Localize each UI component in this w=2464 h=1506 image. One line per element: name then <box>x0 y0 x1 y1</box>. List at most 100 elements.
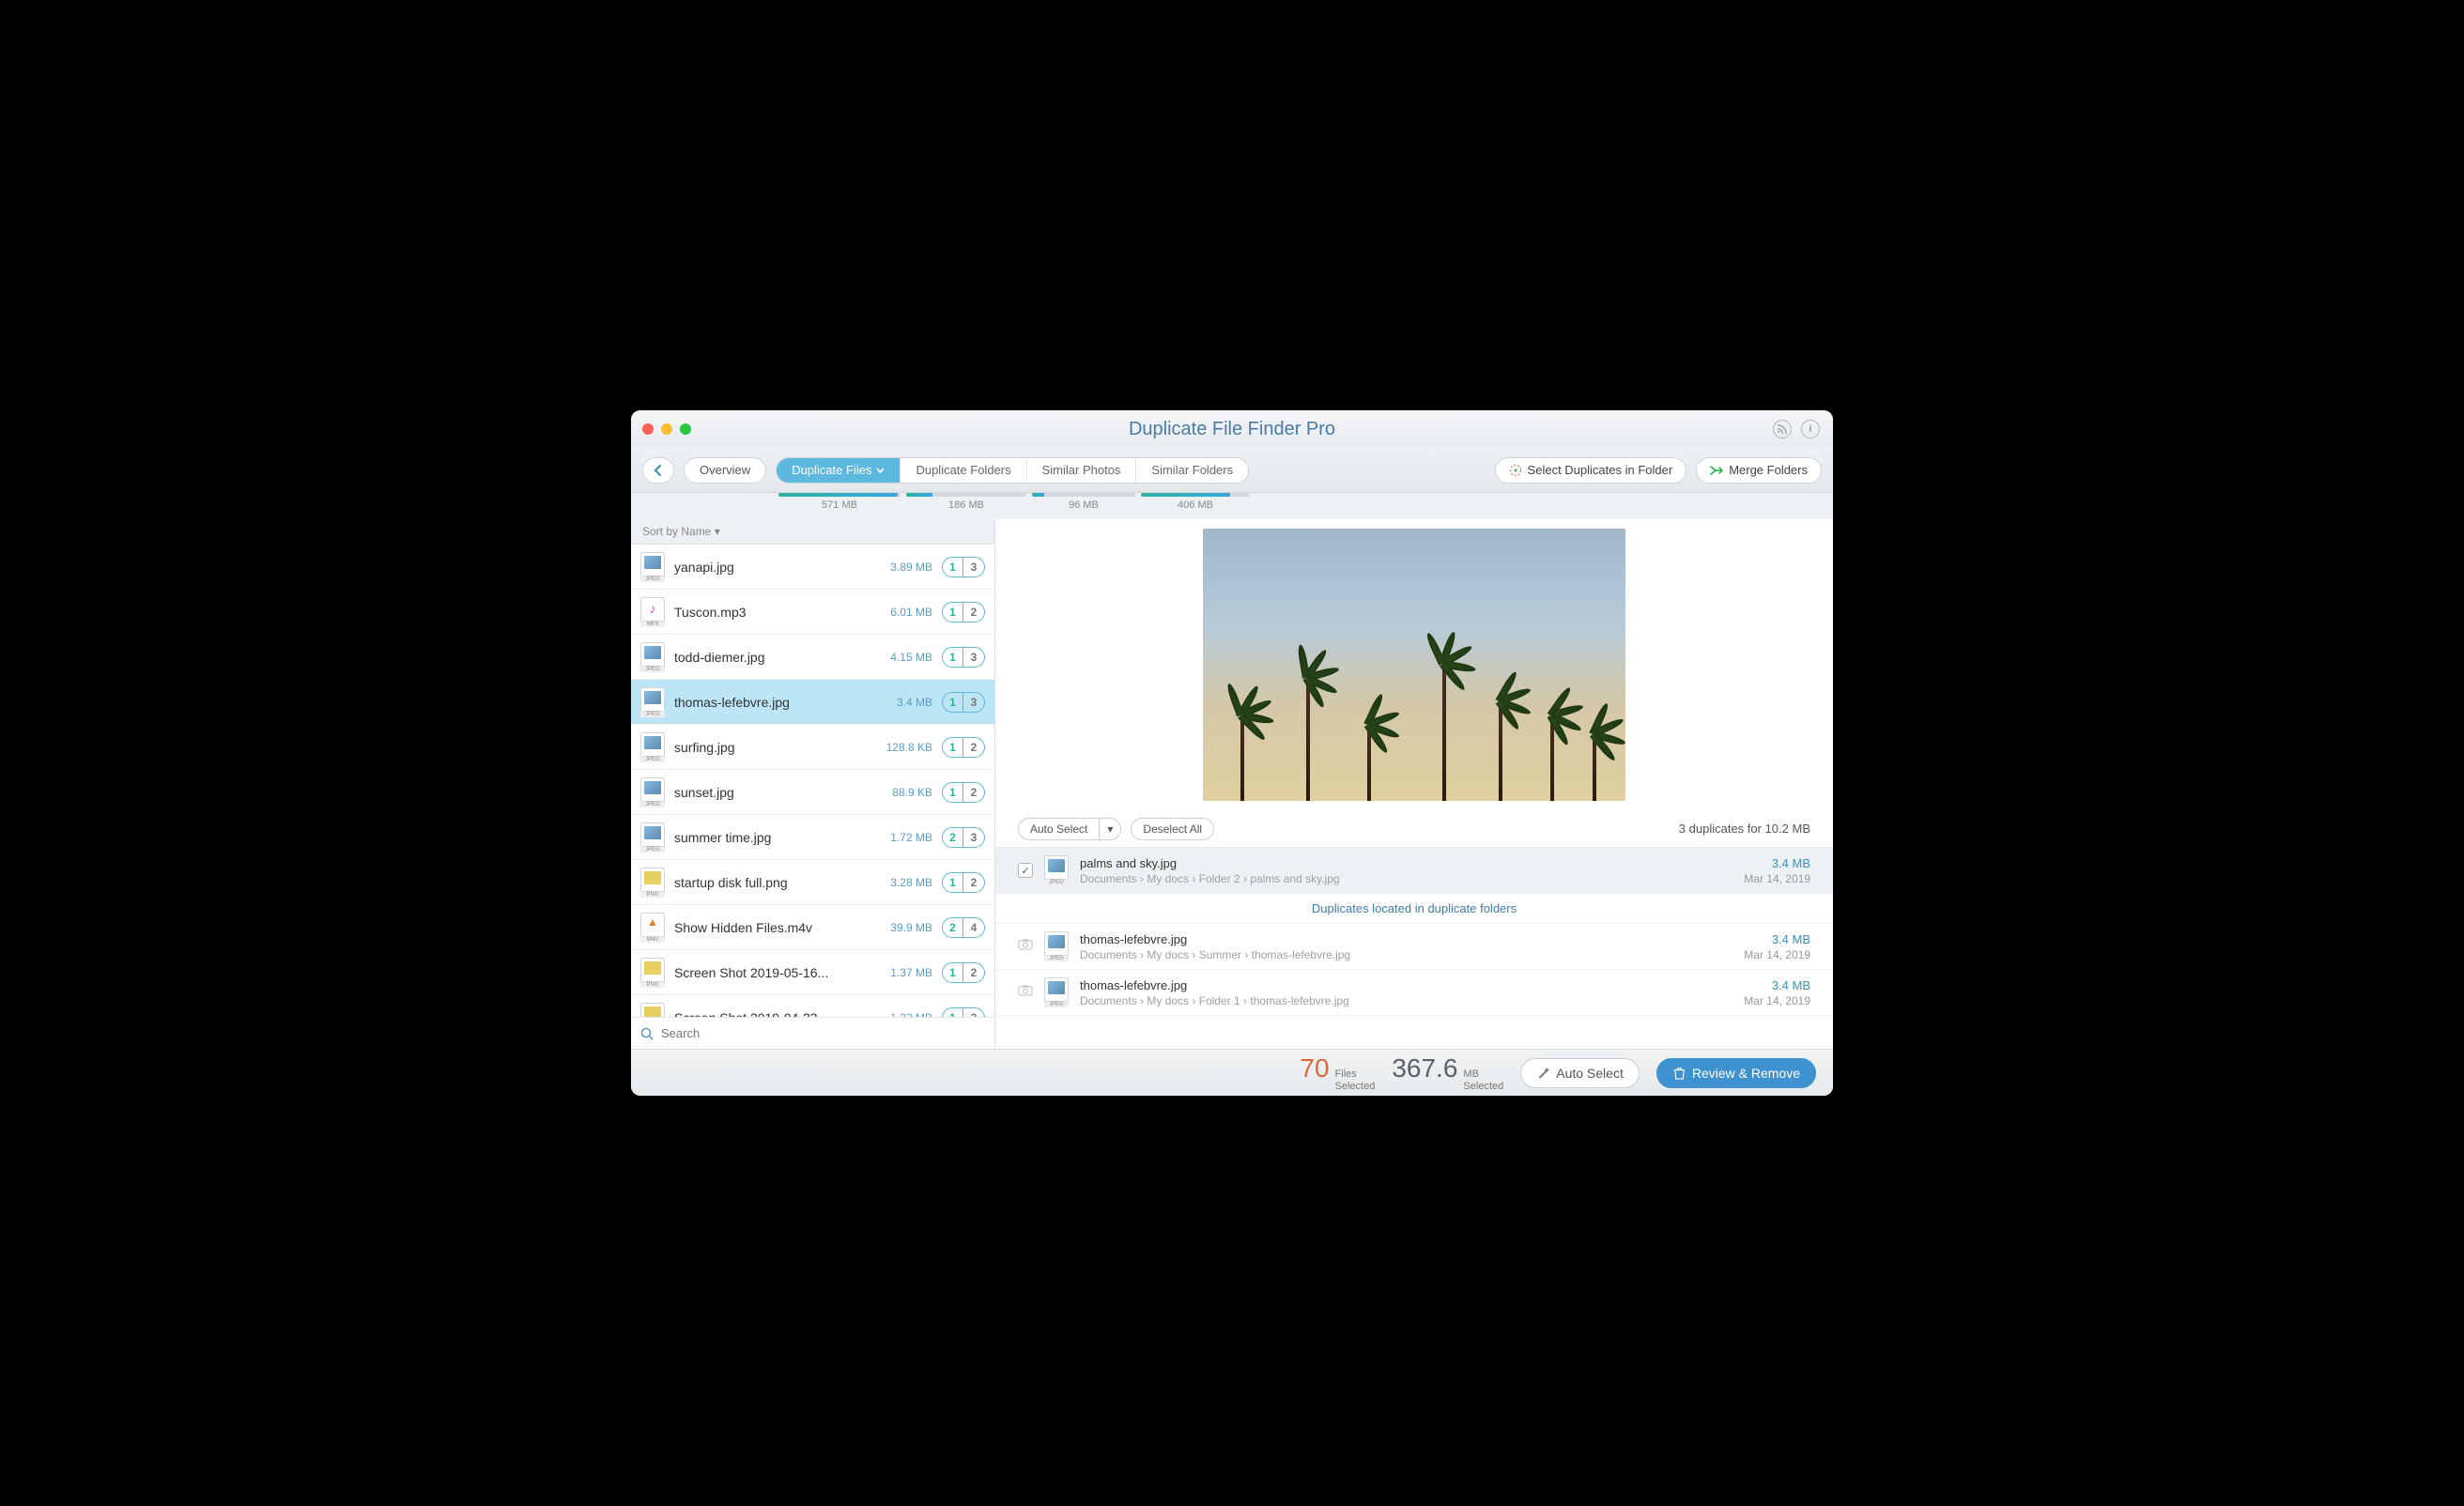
toolbar: Overview Duplicate FilesDuplicate Folder… <box>631 448 1833 493</box>
duplicate-size: 3.4 MB <box>1744 932 1810 946</box>
search-input[interactable] <box>661 1026 985 1040</box>
content: Sort by Name ▾ yanapi.jpg3.89 MB13Tuscon… <box>631 519 1833 1049</box>
duplicate-size: 3.4 MB <box>1744 978 1810 992</box>
overview-button[interactable]: Overview <box>684 457 766 484</box>
app-title: Duplicate File Finder Pro <box>631 419 1833 440</box>
search-row <box>631 1017 994 1049</box>
file-name: Show Hidden Files.m4v <box>674 920 867 935</box>
file-item[interactable]: yanapi.jpg 3.89 MB 13 <box>631 545 994 590</box>
file-type-icon <box>640 868 665 898</box>
auto-select-button[interactable]: Auto Select <box>1018 818 1099 840</box>
duplicate-path: Documents › My docs › Summer › thomas-le… <box>1080 948 1732 961</box>
search-icon <box>640 1027 654 1040</box>
duplicate-name: thomas-lefebvre.jpg <box>1080 932 1732 946</box>
tab-size-label: 571 MB <box>822 499 857 511</box>
file-item[interactable]: startup disk full.png 3.28 MB 12 <box>631 860 994 905</box>
file-item[interactable]: thomas-lefebvre.jpg3.4 MB13 <box>631 680 994 725</box>
duplicate-item[interactable]: thomas-lefebvre.jpgDocuments › My docs ›… <box>995 970 1833 1016</box>
duplicate-path: Documents › My docs › Folder 1 › thomas-… <box>1080 994 1732 1007</box>
duplicate-date: Mar 14, 2019 <box>1744 872 1810 885</box>
file-size: 6.01 MB <box>876 606 932 619</box>
file-name: Screen Shot 2019-05-16... <box>674 965 867 980</box>
back-button[interactable] <box>642 457 674 484</box>
info-icon[interactable]: i <box>1801 420 1820 438</box>
file-name: Screen Shot 2019-04-23... <box>674 1010 867 1018</box>
file-size: 1.37 MB <box>876 966 932 979</box>
titlebar: Duplicate File Finder Pro i <box>631 410 1833 448</box>
file-type-icon <box>640 913 665 943</box>
file-size: 3.89 MB <box>876 561 932 574</box>
footer-auto-select-label: Auto Select <box>1556 1066 1624 1081</box>
duplicate-count-badge: 23 <box>942 827 985 848</box>
duplicate-count-badge: 12 <box>942 737 985 758</box>
file-name: yanapi.jpg <box>674 560 867 575</box>
duplicate-path: Documents › My docs › Folder 2 › palms a… <box>1080 872 1732 885</box>
file-item[interactable]: todd-diemer.jpg4.15 MB13 <box>631 635 994 680</box>
duplicate-item[interactable]: palms and sky.jpg Documents › My docs › F… <box>995 848 1833 894</box>
file-type-icon <box>640 597 665 627</box>
chevron-down-icon: ▾ <box>715 525 720 538</box>
duplicate-count-badge: 13 <box>942 557 985 577</box>
merge-folders-button[interactable]: Merge Folders <box>1696 457 1822 484</box>
select-duplicates-label: Select Duplicates in Folder <box>1528 463 1673 477</box>
rss-icon[interactable] <box>1773 420 1792 438</box>
auto-select-menu-button[interactable]: ▾ <box>1099 818 1121 840</box>
duplicate-count-badge: 13 <box>942 647 985 668</box>
review-remove-label: Review & Remove <box>1692 1066 1800 1081</box>
duplicate-date: Mar 14, 2019 <box>1744 948 1810 961</box>
file-item[interactable]: Screen Shot 2019-04-23...1.22 MB12 <box>631 995 994 1017</box>
sort-button[interactable]: Sort by Name ▾ <box>631 519 994 545</box>
duplicate-size: 3.4 MB <box>1744 856 1810 870</box>
duplicate-count-badge: 12 <box>942 872 985 893</box>
file-size: 88.9 KB <box>876 786 932 799</box>
file-size: 3.28 MB <box>876 876 932 889</box>
file-item[interactable]: Tuscon.mp36.01 MB12 <box>631 590 994 635</box>
file-size: 3.4 MB <box>876 696 932 709</box>
file-size: 39.9 MB <box>876 921 932 934</box>
review-remove-button[interactable]: Review & Remove <box>1656 1058 1816 1088</box>
file-name: todd-diemer.jpg <box>674 650 867 665</box>
sidebar: Sort by Name ▾ yanapi.jpg3.89 MB13Tuscon… <box>631 519 995 1049</box>
duplicates-summary: 3 duplicates for 10.2 MB <box>1679 822 1810 836</box>
file-list[interactable]: yanapi.jpg3.89 MB13Tuscon.mp36.01 MB12to… <box>631 545 994 1017</box>
tab-similar-folders[interactable]: Similar Folders <box>1136 458 1248 483</box>
preview-image <box>1203 529 1625 801</box>
file-item[interactable]: surfing.jpg128.8 KB12 <box>631 725 994 770</box>
duplicate-count-badge: 12 <box>942 602 985 622</box>
tab-similar-photos[interactable]: Similar Photos <box>1027 458 1137 483</box>
file-type-icon <box>1044 931 1069 961</box>
tab-duplicate-folders[interactable]: Duplicate Folders <box>901 458 1026 483</box>
file-type-icon <box>640 958 665 988</box>
footer-auto-select-button[interactable]: Auto Select <box>1520 1058 1640 1088</box>
duplicate-name: palms and sky.jpg <box>1080 856 1732 870</box>
files-selected-count: 70 <box>1300 1053 1329 1083</box>
file-item[interactable]: summer time.jpg 1.72 MB 23 <box>631 815 994 860</box>
deselect-all-button[interactable]: Deselect All <box>1131 818 1214 840</box>
file-item[interactable]: sunset.jpg88.9 KB12 <box>631 770 994 815</box>
duplicate-item[interactable]: thomas-lefebvre.jpg Documents › My docs ›… <box>995 924 1833 970</box>
target-icon <box>1509 464 1522 477</box>
file-item[interactable]: Screen Shot 2019-05-16... 1.37 MB 12 <box>631 950 994 995</box>
camera-icon <box>1018 984 1033 1001</box>
tab-size-label: 406 MB <box>1178 499 1213 511</box>
file-type-icon <box>640 822 665 853</box>
file-size: 1.72 MB <box>876 831 932 844</box>
select-duplicates-in-folder-button[interactable]: Select Duplicates in Folder <box>1495 457 1687 484</box>
file-type-icon <box>1044 855 1069 885</box>
trash-icon <box>1672 1066 1686 1080</box>
duplicate-count-badge: 13 <box>942 692 985 713</box>
file-size: 128.8 KB <box>876 741 932 754</box>
file-name: startup disk full.png <box>674 875 867 890</box>
file-type-icon <box>640 1003 665 1018</box>
file-name: sunset.jpg <box>674 785 867 800</box>
tab-size-label: 186 MB <box>948 499 984 511</box>
tab-progress: 406 MB <box>1138 493 1253 511</box>
file-type-icon <box>640 642 665 672</box>
duplicate-checkbox[interactable] <box>1018 863 1033 878</box>
tab-duplicate-files[interactable]: Duplicate Files <box>777 458 901 483</box>
tab-progress: 571 MB <box>776 493 903 511</box>
file-name: summer time.jpg <box>674 830 867 845</box>
duplicate-count-badge: 12 <box>942 962 985 983</box>
file-item[interactable]: Show Hidden Files.m4v39.9 MB24 <box>631 905 994 950</box>
duplicate-folders-banner: Duplicates located in duplicate folders <box>995 894 1833 924</box>
